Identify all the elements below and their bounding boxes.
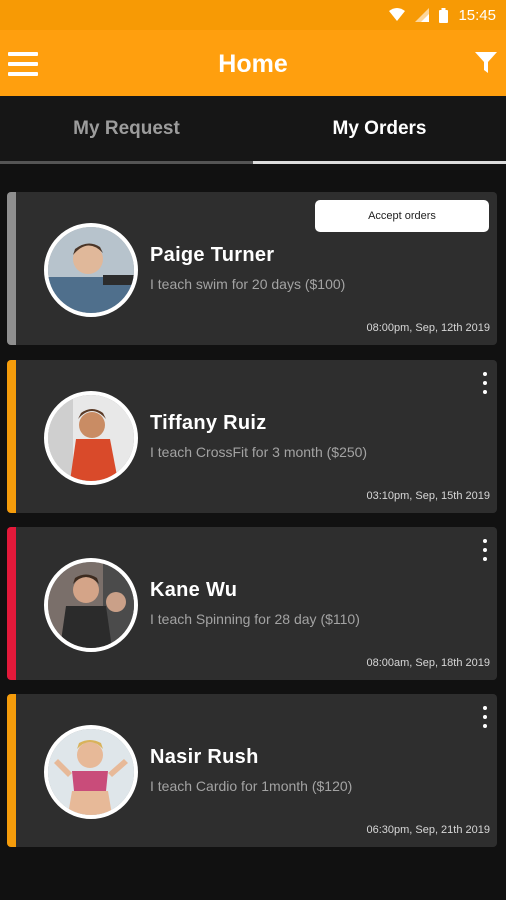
app-bar: Home — [0, 30, 506, 96]
order-card[interactable]: Paige Turner I teach swim for 20 days ($… — [7, 192, 497, 345]
filter-icon[interactable] — [475, 52, 497, 74]
status-stripe — [7, 192, 16, 345]
trainer-name: Paige Turner — [150, 244, 275, 266]
more-options-icon[interactable] — [481, 372, 489, 394]
order-timestamp: 08:00pm, Sep, 12th 2019 — [366, 322, 490, 334]
more-options-icon[interactable] — [481, 539, 489, 561]
tab-my-request[interactable]: My Request — [0, 96, 253, 164]
order-card[interactable]: Tiffany Ruiz I teach CrossFit for 3 mont… — [7, 360, 497, 513]
more-options-icon[interactable] — [481, 706, 489, 728]
signal-icon — [415, 8, 430, 22]
avatar — [44, 223, 138, 317]
wifi-icon — [389, 8, 406, 21]
order-card[interactable]: Nasir Rush I teach Cardio for 1month ($1… — [7, 694, 497, 847]
order-timestamp: 06:30pm, Sep, 21th 2019 — [366, 824, 490, 836]
trainer-name: Nasir Rush — [150, 746, 259, 768]
order-timestamp: 08:00am, Sep, 18th 2019 — [366, 657, 490, 669]
status-stripe — [7, 694, 16, 847]
avatar — [44, 558, 138, 652]
trainer-name: Kane Wu — [150, 579, 238, 601]
order-timestamp: 03:10pm, Sep, 15th 2019 — [366, 490, 490, 502]
page-title: Home — [218, 50, 288, 78]
tab-bar: My Request My Orders — [0, 96, 506, 164]
avatar — [44, 725, 138, 819]
battery-icon — [439, 7, 449, 23]
status-time: 15:45 — [458, 6, 496, 24]
tab-my-orders[interactable]: My Orders — [253, 96, 506, 164]
order-description: I teach Spinning for 28 day ($110) — [150, 611, 360, 627]
order-description: I teach swim for 20 days ($100) — [150, 276, 346, 292]
status-stripe — [7, 360, 16, 513]
trainer-name: Tiffany Ruiz — [150, 412, 267, 434]
status-stripe — [7, 527, 16, 680]
order-card[interactable]: Kane Wu I teach Spinning for 28 day ($11… — [7, 527, 497, 680]
status-bar: 15:45 — [0, 0, 506, 30]
accept-orders-button[interactable]: Accept orders — [315, 200, 489, 232]
avatar — [44, 391, 138, 485]
order-description: I teach Cardio for 1month ($120) — [150, 778, 353, 794]
order-description: I teach CrossFit for 3 month ($250) — [150, 444, 368, 460]
